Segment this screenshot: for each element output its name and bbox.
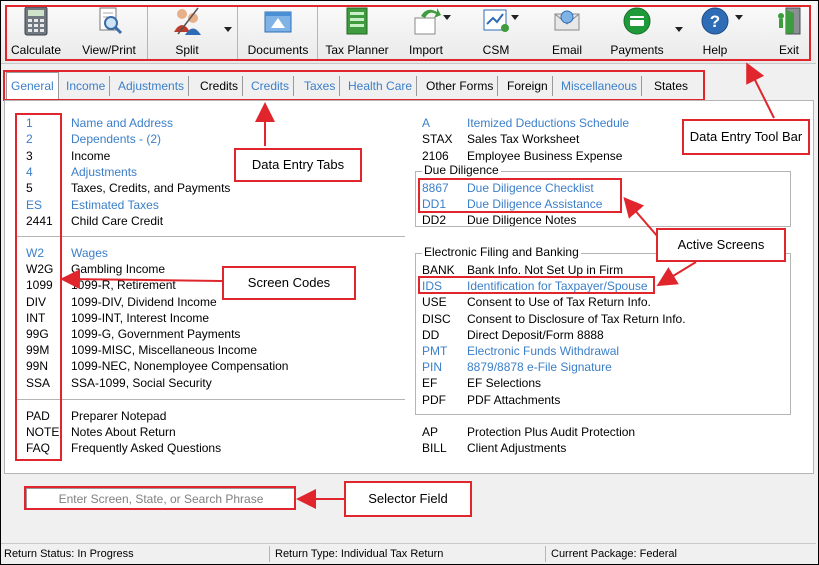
toolbar-highlight-box <box>5 5 811 61</box>
screen-codes-callout: Screen Codes <box>222 266 356 300</box>
selector-callout: Selector Field <box>344 481 472 517</box>
screen-description[interactable]: Estimated Taxes <box>71 197 159 213</box>
screen-description[interactable]: 1099-DIV, Dividend Income <box>71 294 217 310</box>
screen-description[interactable]: 1099-INT, Interest Income <box>71 310 209 326</box>
screen-code[interactable]: STAX <box>422 131 466 147</box>
screen-description[interactable]: Taxes, Credits, and Payments <box>71 180 230 196</box>
screen-description[interactable]: Name and Address <box>71 115 173 131</box>
screen-description[interactable]: 1099-NEC, Nonemployee Compensation <box>71 358 288 374</box>
ids-active-highlight-box <box>418 276 655 294</box>
screen-description[interactable]: Child Care Credit <box>71 213 163 229</box>
efile-banking-title: Electronic Filing and Banking <box>422 245 581 259</box>
screen-description[interactable]: SSA-1099, Social Security <box>71 375 212 391</box>
active-screens-callout: Active Screens <box>656 228 786 262</box>
selector-highlight-box <box>24 486 296 510</box>
screen-description[interactable]: Preparer Notepad <box>71 408 166 424</box>
due-diligence-active-highlight-box <box>418 178 622 213</box>
screen-description[interactable]: 1099-G, Government Payments <box>71 326 240 342</box>
screen-description[interactable]: 1099-R, Retirement <box>71 277 176 293</box>
status-bar: Return Status: In Progress Return Type: … <box>1 543 816 564</box>
tabs-highlight-box <box>3 70 705 101</box>
divider <box>17 399 405 400</box>
screen-code[interactable]: 2106 <box>422 148 466 164</box>
screen-description[interactable]: Income <box>71 148 110 164</box>
toolbar-callout: Data Entry Tool Bar <box>682 119 810 155</box>
screen-code[interactable]: BILL <box>422 440 466 456</box>
return-status: Return Status: In Progress <box>4 548 134 560</box>
screen-description[interactable]: Frequently Asked Questions <box>71 440 221 456</box>
screen-description[interactable]: Dependents - (2) <box>71 131 161 147</box>
screen-code[interactable]: A <box>422 115 466 131</box>
screen-description[interactable]: Sales Tax Worksheet <box>467 131 579 147</box>
divider <box>17 236 405 237</box>
screen-description[interactable]: 1099-MISC, Miscellaneous Income <box>71 342 257 358</box>
screen-description[interactable]: Wages <box>71 245 108 261</box>
general-screens-panel: 1 Name and Address 2 Dependents - (2) 3 Incom… <box>4 100 814 474</box>
screen-description[interactable]: Notes About Return <box>71 424 176 440</box>
screen-description[interactable]: Protection Plus Audit Protection <box>467 424 635 440</box>
status-divider <box>269 546 270 562</box>
status-divider <box>545 546 546 562</box>
screen-description[interactable]: Client Adjustments <box>467 440 566 456</box>
screen-description[interactable]: Employee Business Expense <box>467 148 622 164</box>
tabs-callout: Data Entry Tabs <box>234 148 362 182</box>
screen-description[interactable]: Itemized Deductions Schedule <box>467 115 629 131</box>
screen-code[interactable]: AP <box>422 424 466 440</box>
current-package: Current Package: Federal <box>551 548 677 560</box>
screen-codes-highlight-box <box>15 113 62 461</box>
return-type: Return Type: Individual Tax Return <box>275 548 444 560</box>
due-diligence-title: Due Diligence <box>422 163 501 177</box>
screen-description[interactable]: Gambling Income <box>71 261 165 277</box>
screen-description[interactable]: Adjustments <box>71 164 137 180</box>
